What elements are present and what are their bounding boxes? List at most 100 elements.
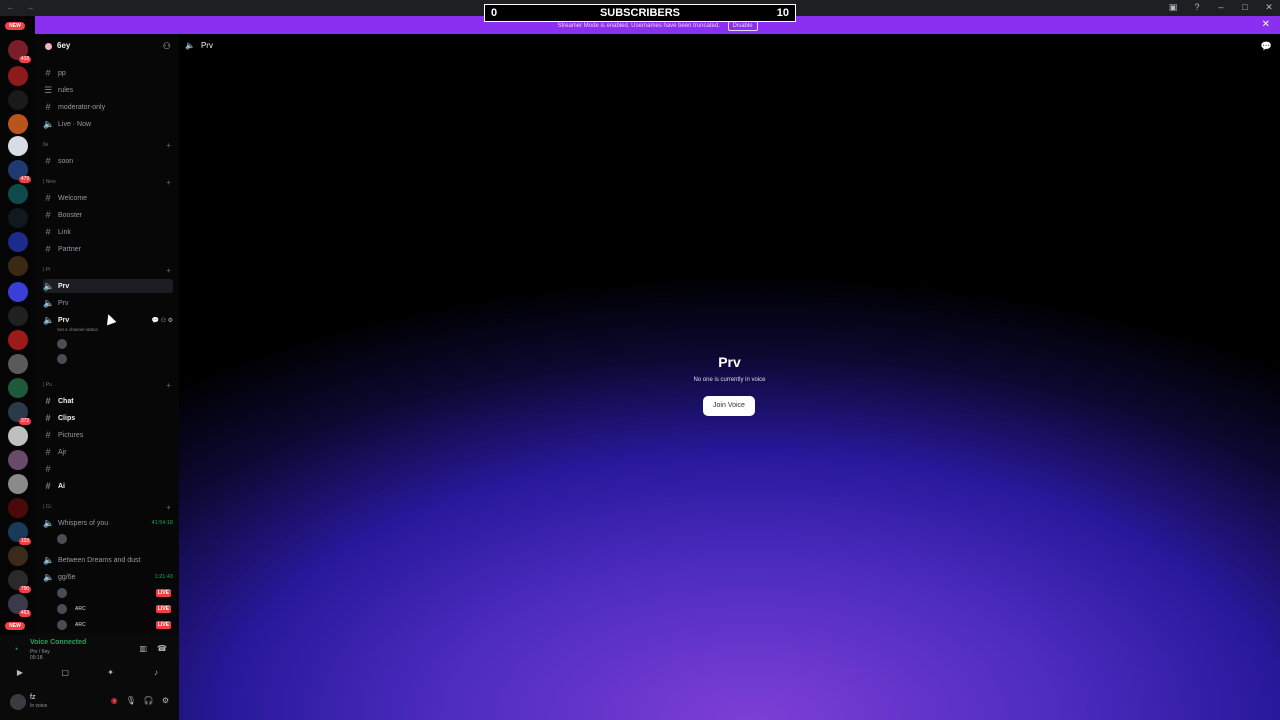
add-channel-icon[interactable]: + — [166, 503, 171, 512]
add-channel-icon[interactable]: + — [166, 266, 171, 275]
hash-icon: # — [45, 413, 51, 423]
category-cc[interactable]: | Cc + — [43, 503, 173, 514]
set-channel-status[interactable]: Set a channel status — [57, 327, 98, 332]
voice-channel-prv[interactable]: 🔈 Prv — [43, 296, 173, 310]
server-icon[interactable] — [8, 232, 28, 252]
voice-user[interactable]: ARC LIVE — [57, 618, 171, 632]
avatar — [57, 354, 67, 364]
server-icon[interactable]: 103 — [8, 522, 31, 545]
channel-soon[interactable]: # soon — [43, 154, 173, 168]
hash-icon: # — [45, 227, 51, 237]
channel-header: 🔈 Prv — [185, 41, 213, 50]
speaker-icon: 🔈 — [43, 314, 55, 325]
server-icon[interactable]: 790 — [8, 570, 31, 593]
help-icon[interactable]: ? — [1192, 2, 1202, 13]
voice-user[interactable] — [57, 532, 171, 546]
voice-user[interactable] — [57, 352, 171, 366]
server-header[interactable]: 6ey ⚇ — [35, 34, 179, 58]
minimize-icon[interactable]: – — [1216, 2, 1226, 13]
channel-welcome[interactable]: # Welcome — [43, 191, 173, 205]
banner-message: Streamer Mode is enabled. Usernames have… — [557, 23, 720, 29]
voice-user[interactable] — [57, 337, 171, 351]
add-channel-icon[interactable]: + — [166, 141, 171, 150]
channel-rules[interactable]: ☰ rules — [43, 83, 173, 97]
server-icon[interactable]: 463 — [8, 594, 31, 617]
server-icon[interactable]: 479 — [8, 160, 31, 183]
soundboard-icon[interactable]: ♪ — [144, 666, 168, 680]
server-icon[interactable] — [8, 136, 28, 156]
channel-pp[interactable]: # pp — [43, 66, 173, 80]
category-new[interactable]: | New + — [43, 178, 173, 189]
maximize-icon[interactable]: □ — [1240, 2, 1250, 13]
voice-channel-prv-selected[interactable]: 🔈 Prv — [43, 279, 173, 293]
server-icon[interactable] — [8, 282, 28, 302]
server-icon[interactable] — [8, 66, 28, 86]
category-6e[interactable]: 6e + — [43, 141, 173, 152]
invite-icon[interactable]: ⚇ — [163, 41, 171, 52]
channel-clips[interactable]: # Clips — [43, 411, 173, 425]
server-icon[interactable]: 372 — [8, 402, 31, 425]
server-icon[interactable] — [8, 546, 28, 566]
channel-hidden[interactable]: # — [43, 462, 173, 476]
server-icon[interactable] — [8, 90, 28, 110]
channel-pictures[interactable]: # Pictures — [43, 428, 173, 442]
video-off-icon[interactable]: ◉ — [111, 696, 118, 705]
speaker-icon: 🔈 — [43, 517, 55, 528]
voice-channel-gg6e[interactable]: 🔈 gg/6e 1:21:43 — [43, 570, 173, 584]
user-name[interactable]: fz — [30, 694, 35, 701]
server-icon[interactable] — [8, 378, 28, 398]
server-icon[interactable] — [8, 498, 28, 518]
channel-ai[interactable]: # Ai — [43, 479, 173, 493]
camera-icon[interactable]: ▶ — [8, 666, 32, 680]
channel-link[interactable]: # Link — [43, 225, 173, 239]
avatar[interactable] — [10, 694, 26, 710]
server-icon[interactable] — [8, 354, 28, 374]
channel-partner[interactable]: # Partner — [43, 242, 173, 256]
channel-chat[interactable]: # Chat — [43, 394, 173, 408]
category-pu[interactable]: | Pu + — [43, 381, 173, 392]
voice-channel-between[interactable]: 🔈 Between Dreams and dust — [43, 553, 173, 567]
add-channel-icon[interactable]: + — [166, 178, 171, 187]
channel-moderator-only[interactable]: # moderator-only — [43, 100, 173, 114]
new-badge-top[interactable]: NEW — [5, 22, 25, 30]
screen-share-icon[interactable]: ▢ — [53, 666, 77, 680]
headphones-icon[interactable]: 🎧 — [144, 696, 154, 705]
nav-arrows[interactable]: ← → — [6, 2, 39, 12]
server-icon[interactable] — [8, 426, 28, 446]
server-icon[interactable] — [8, 474, 28, 494]
channel-timer: 41:54:18 — [151, 520, 173, 526]
hash-icon: # — [45, 156, 51, 166]
join-voice-button[interactable]: Join Voice — [703, 396, 755, 416]
settings-gear-icon[interactable]: ⚙ — [162, 696, 169, 705]
chat-bubble-icon[interactable]: 💬 — [1261, 41, 1272, 52]
disable-streamer-button[interactable]: Disable — [727, 21, 758, 31]
add-channel-icon[interactable]: + — [166, 381, 171, 390]
speaker-icon: 🔈 — [185, 41, 195, 50]
voice-channel-whispers[interactable]: 🔈 Whispers of you 41:54:18 — [43, 516, 173, 530]
voice-user[interactable]: ARC LIVE — [57, 602, 171, 616]
channel-booster[interactable]: # Booster — [43, 208, 173, 222]
channel-ajr[interactable]: # Ajr — [43, 445, 173, 459]
server-icon[interactable]: 418 — [8, 40, 31, 63]
inbox-icon[interactable]: ▣ — [1168, 2, 1178, 13]
server-icon[interactable] — [8, 114, 28, 134]
signal-icon[interactable]: ◔ — [13, 644, 18, 654]
server-icon[interactable] — [8, 256, 28, 276]
channel-actions[interactable]: 💬 ⚇ ⚙ — [151, 317, 173, 324]
voice-user[interactable]: LIVE — [57, 586, 171, 600]
new-badge-bottom[interactable]: NEW — [5, 622, 25, 630]
avatar — [57, 534, 67, 544]
close-window-icon[interactable]: ✕ — [1264, 2, 1274, 13]
server-icon[interactable] — [8, 330, 28, 350]
banner-close-icon[interactable]: ✕ — [1262, 19, 1270, 30]
microphone-icon[interactable]: 🎙 — [126, 696, 136, 705]
channel-live-now[interactable]: 🔈 Live · Now — [43, 117, 173, 131]
server-icon[interactable] — [8, 450, 28, 470]
noise-suppression-icon[interactable]: ▥ — [139, 644, 147, 653]
server-icon[interactable] — [8, 184, 28, 204]
server-icon[interactable] — [8, 306, 28, 326]
activities-icon[interactable]: ✦ — [99, 666, 123, 680]
server-icon[interactable] — [8, 208, 28, 228]
disconnect-icon[interactable]: ☎ — [157, 644, 167, 653]
category-pr[interactable]: | Pr + — [43, 266, 173, 277]
